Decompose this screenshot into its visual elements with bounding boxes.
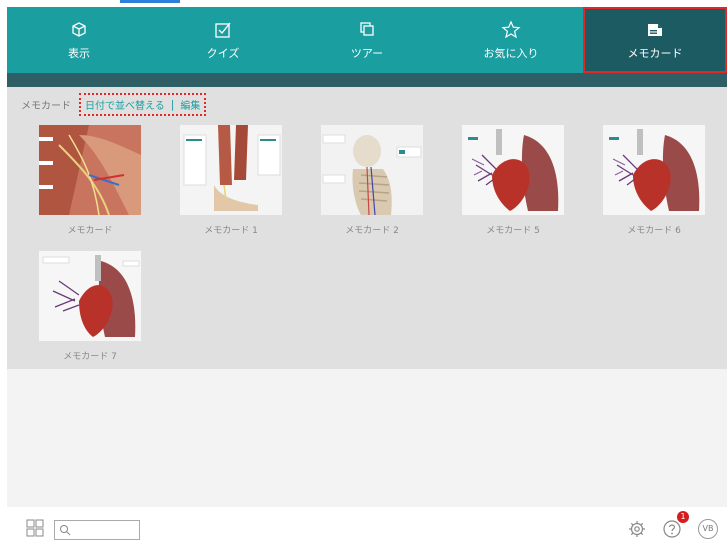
nav-divider-bar — [7, 73, 727, 87]
heart-lungs-thumbnail — [603, 125, 705, 215]
nav-tab-favorites[interactable]: お気に入り — [439, 7, 583, 73]
memo-card[interactable]: メモカード 2 — [321, 125, 423, 236]
bottom-toolbar: 1 VB — [0, 507, 727, 553]
search-input[interactable] — [54, 520, 140, 540]
edit-link[interactable]: 編集 — [180, 97, 200, 112]
memo-card-thumbnail — [462, 125, 564, 215]
memo-card-thumbnail — [39, 251, 141, 341]
memo-card-label: メモカード 5 — [486, 226, 540, 236]
layers-icon — [360, 21, 374, 36]
memo-card-thumbnail — [321, 125, 423, 215]
memo-card-label: メモカード 6 — [627, 226, 681, 236]
main-nav: 表示 クイズ ツアー お気に入り メモカード — [7, 7, 727, 73]
check-square-icon — [215, 22, 231, 38]
memo-card[interactable]: メモカード — [39, 125, 141, 236]
gear-icon[interactable] — [627, 519, 647, 539]
memo-card[interactable]: メモカード 5 — [462, 125, 564, 236]
memo-card-label: メモカード — [67, 226, 113, 236]
nav-tab-label: クイズ — [206, 46, 240, 60]
skeleton-torso-thumbnail — [321, 125, 423, 215]
nav-tab-label: お気に入り — [483, 46, 539, 60]
memo-card-thumbnail — [603, 125, 705, 215]
breadcrumb-root: メモカード — [21, 101, 71, 112]
vb-account-icon[interactable]: VB — [698, 519, 718, 539]
nav-tab-view[interactable]: 表示 — [7, 7, 151, 73]
heart-lungs-thumbnail — [462, 125, 564, 215]
nav-tab-quiz[interactable]: クイズ — [151, 7, 295, 73]
nav-tab-label: メモカード — [627, 46, 683, 60]
heart-lungs-thumbnail — [39, 251, 141, 341]
nav-tab-label: 表示 — [68, 46, 90, 60]
memo-card[interactable]: メモカード 7 — [39, 251, 141, 362]
grid-view-icon[interactable] — [26, 519, 44, 537]
breadcrumb: メモカード 日付で並べ替える | 編集 — [21, 93, 207, 116]
memo-card-label: メモカード 2 — [345, 226, 399, 236]
memo-card[interactable]: メモカード 6 — [603, 125, 705, 236]
nav-tab-memo-cards[interactable]: メモカード — [583, 7, 727, 73]
muscle-hand-thumbnail — [39, 125, 141, 215]
nav-tab-label: ツアー — [350, 46, 384, 60]
memo-card[interactable]: メモカード 1 — [180, 125, 282, 236]
search-icon — [60, 525, 71, 536]
memo-card-icon — [648, 23, 662, 36]
sort-edit-group: 日付で並べ替える | 編集 — [79, 93, 207, 116]
star-icon — [501, 20, 521, 38]
memo-card-grid: メモカード 日付で並べ替える | 編集 メモカード メモカード 1 メモカード … — [7, 87, 727, 369]
sort-by-date-link[interactable]: 日付で並べ替える — [85, 97, 165, 112]
memo-card-label: メモカード 7 — [63, 352, 117, 362]
nav-tab-tour[interactable]: ツアー — [295, 7, 439, 73]
memo-card-thumbnail — [39, 125, 141, 215]
empty-area — [7, 369, 727, 507]
cube-icon — [72, 21, 86, 37]
memo-card-label: メモカード 1 — [204, 226, 258, 236]
legs-foot-thumbnail — [180, 125, 282, 215]
notification-badge: 1 — [677, 511, 689, 523]
memo-card-thumbnail — [180, 125, 282, 215]
breadcrumb-separator: | — [170, 98, 175, 111]
top-accent-line — [120, 0, 180, 3]
